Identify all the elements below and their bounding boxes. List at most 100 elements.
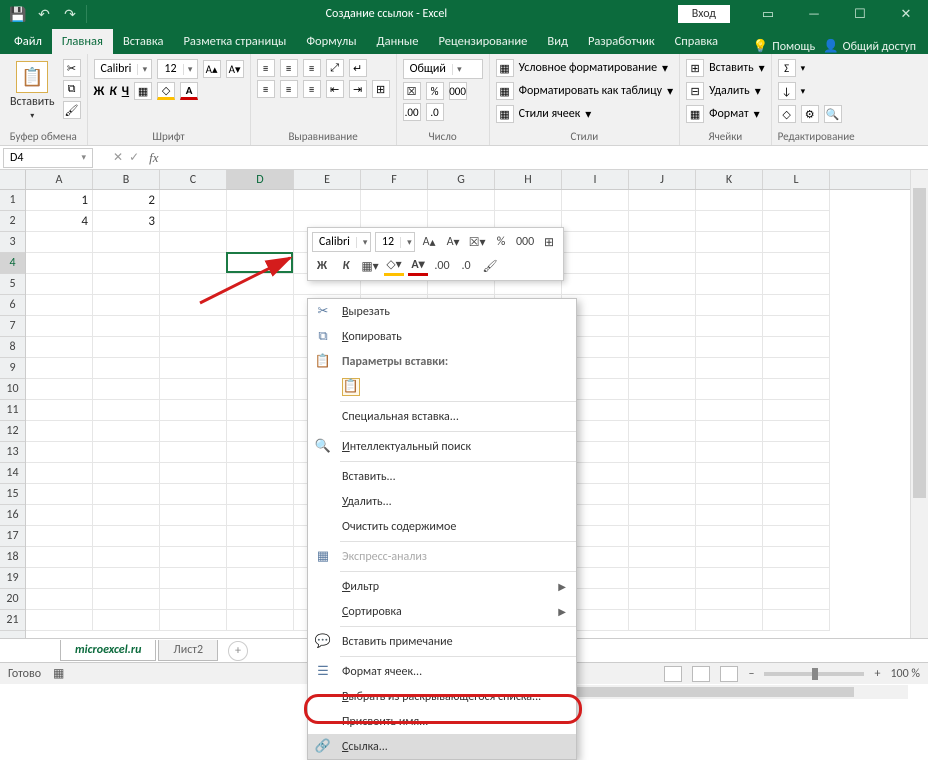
- cell-J16[interactable]: [629, 505, 696, 526]
- cell-I1[interactable]: [562, 190, 629, 211]
- row-header-9[interactable]: 9: [0, 358, 25, 379]
- cell-A14[interactable]: [26, 463, 93, 484]
- cell-I2[interactable]: [562, 211, 629, 232]
- mini-border-icon[interactable]: ▦▾: [360, 256, 380, 276]
- cell-K4[interactable]: [696, 253, 763, 274]
- ctx-filter[interactable]: Фильтр▶: [308, 574, 576, 599]
- cell-K18[interactable]: [696, 547, 763, 568]
- cell-D20[interactable]: [227, 589, 294, 610]
- cell-A9[interactable]: [26, 358, 93, 379]
- cell-C10[interactable]: [160, 379, 227, 400]
- font-size-combo[interactable]: 12▾: [157, 59, 197, 79]
- cell-K8[interactable]: [696, 337, 763, 358]
- cell-L20[interactable]: [763, 589, 830, 610]
- cell-A20[interactable]: [26, 589, 93, 610]
- formula-input[interactable]: [165, 148, 928, 168]
- ctx-delete[interactable]: Удалить...: [308, 489, 576, 514]
- cell-J2[interactable]: [629, 211, 696, 232]
- new-sheet-button[interactable]: +: [228, 641, 248, 661]
- undo-icon[interactable]: ↶: [34, 4, 54, 24]
- normal-view-icon[interactable]: [664, 666, 682, 682]
- ctx-paste-option-1[interactable]: 📋: [308, 374, 576, 399]
- tab-home[interactable]: Главная: [52, 29, 113, 54]
- cell-A17[interactable]: [26, 526, 93, 547]
- redo-icon[interactable]: ↷: [60, 4, 80, 24]
- maximize-icon[interactable]: ☐: [838, 0, 882, 28]
- col-header-G[interactable]: G: [428, 170, 495, 189]
- cell-D18[interactable]: [227, 547, 294, 568]
- row-header-10[interactable]: 10: [0, 379, 25, 400]
- italic-button[interactable]: К: [109, 84, 116, 99]
- cell-C8[interactable]: [160, 337, 227, 358]
- tab-view[interactable]: Вид: [537, 29, 578, 54]
- format-painter-icon[interactable]: 🖌: [63, 101, 81, 119]
- cell-C13[interactable]: [160, 442, 227, 463]
- cell-D3[interactable]: [227, 232, 294, 253]
- mini-font-color-icon[interactable]: А▾: [408, 256, 428, 276]
- cell-A18[interactable]: [26, 547, 93, 568]
- mini-bold-button[interactable]: Ж: [312, 256, 332, 276]
- ctx-pick-from-list[interactable]: Выбрать из раскрывающегося списка...: [308, 684, 576, 709]
- row-header-1[interactable]: 1: [0, 190, 25, 211]
- cell-B18[interactable]: [93, 547, 160, 568]
- cell-K14[interactable]: [696, 463, 763, 484]
- align-top-icon[interactable]: ≡: [257, 59, 275, 77]
- cell-I4[interactable]: [562, 253, 629, 274]
- decrease-font-icon[interactable]: A▾: [226, 60, 244, 78]
- cell-A16[interactable]: [26, 505, 93, 526]
- cell-L16[interactable]: [763, 505, 830, 526]
- cell-L6[interactable]: [763, 295, 830, 316]
- cell-B2[interactable]: 3: [93, 211, 160, 232]
- number-format-combo[interactable]: Общий▾: [403, 59, 483, 79]
- cell-J6[interactable]: [629, 295, 696, 316]
- ctx-clear-contents[interactable]: Очистить содержимое: [308, 514, 576, 539]
- tell-me[interactable]: 💡 Помощь: [753, 39, 815, 54]
- cell-B3[interactable]: [93, 232, 160, 253]
- format-cells-button[interactable]: ▦Формат ▾: [686, 105, 760, 123]
- cell-A6[interactable]: [26, 295, 93, 316]
- row-header-4[interactable]: 4: [0, 253, 25, 274]
- cell-K13[interactable]: [696, 442, 763, 463]
- cell-C7[interactable]: [160, 316, 227, 337]
- cell-J21[interactable]: [629, 610, 696, 631]
- row-header-14[interactable]: 14: [0, 463, 25, 484]
- ctx-smart-lookup[interactable]: 🔍Интеллектуальный поиск: [308, 434, 576, 459]
- col-header-C[interactable]: C: [160, 170, 227, 189]
- orientation-icon[interactable]: ⤢: [326, 59, 344, 77]
- zoom-level[interactable]: 100 %: [890, 667, 920, 681]
- cell-K21[interactable]: [696, 610, 763, 631]
- tab-insert[interactable]: Вставка: [113, 29, 174, 54]
- cell-D6[interactable]: [227, 295, 294, 316]
- name-box[interactable]: D4▾: [3, 148, 93, 168]
- select-all-corner[interactable]: [0, 170, 26, 190]
- align-left-icon[interactable]: ≡: [257, 80, 275, 98]
- login-button[interactable]: Вход: [678, 5, 730, 23]
- cell-L11[interactable]: [763, 400, 830, 421]
- col-header-A[interactable]: A: [26, 170, 93, 189]
- cell-F1[interactable]: [361, 190, 428, 211]
- cell-L17[interactable]: [763, 526, 830, 547]
- autosum-icon[interactable]: Σ: [778, 59, 796, 77]
- align-center-icon[interactable]: ≡: [280, 80, 298, 98]
- cell-L7[interactable]: [763, 316, 830, 337]
- ctx-copy[interactable]: ⧉Копировать: [308, 324, 576, 349]
- cell-L14[interactable]: [763, 463, 830, 484]
- cell-D10[interactable]: [227, 379, 294, 400]
- row-header-3[interactable]: 3: [0, 232, 25, 253]
- cell-D7[interactable]: [227, 316, 294, 337]
- row-header-11[interactable]: 11: [0, 400, 25, 421]
- row-header-21[interactable]: 21: [0, 610, 25, 631]
- mini-decimal-dec-icon[interactable]: .0: [456, 256, 476, 276]
- cancel-formula-icon[interactable]: ✕: [113, 150, 123, 165]
- border-icon[interactable]: ▦: [134, 82, 152, 100]
- cell-D2[interactable]: [227, 211, 294, 232]
- cell-A1[interactable]: 1: [26, 190, 93, 211]
- insert-cells-button[interactable]: ⊞Вставить ▾: [686, 59, 765, 77]
- comma-icon[interactable]: 000: [449, 82, 467, 100]
- cell-A19[interactable]: [26, 568, 93, 589]
- cell-J8[interactable]: [629, 337, 696, 358]
- cell-styles-button[interactable]: ▦Стили ячеек ▾: [496, 105, 592, 123]
- col-header-I[interactable]: I: [562, 170, 629, 189]
- cell-J3[interactable]: [629, 232, 696, 253]
- cell-A10[interactable]: [26, 379, 93, 400]
